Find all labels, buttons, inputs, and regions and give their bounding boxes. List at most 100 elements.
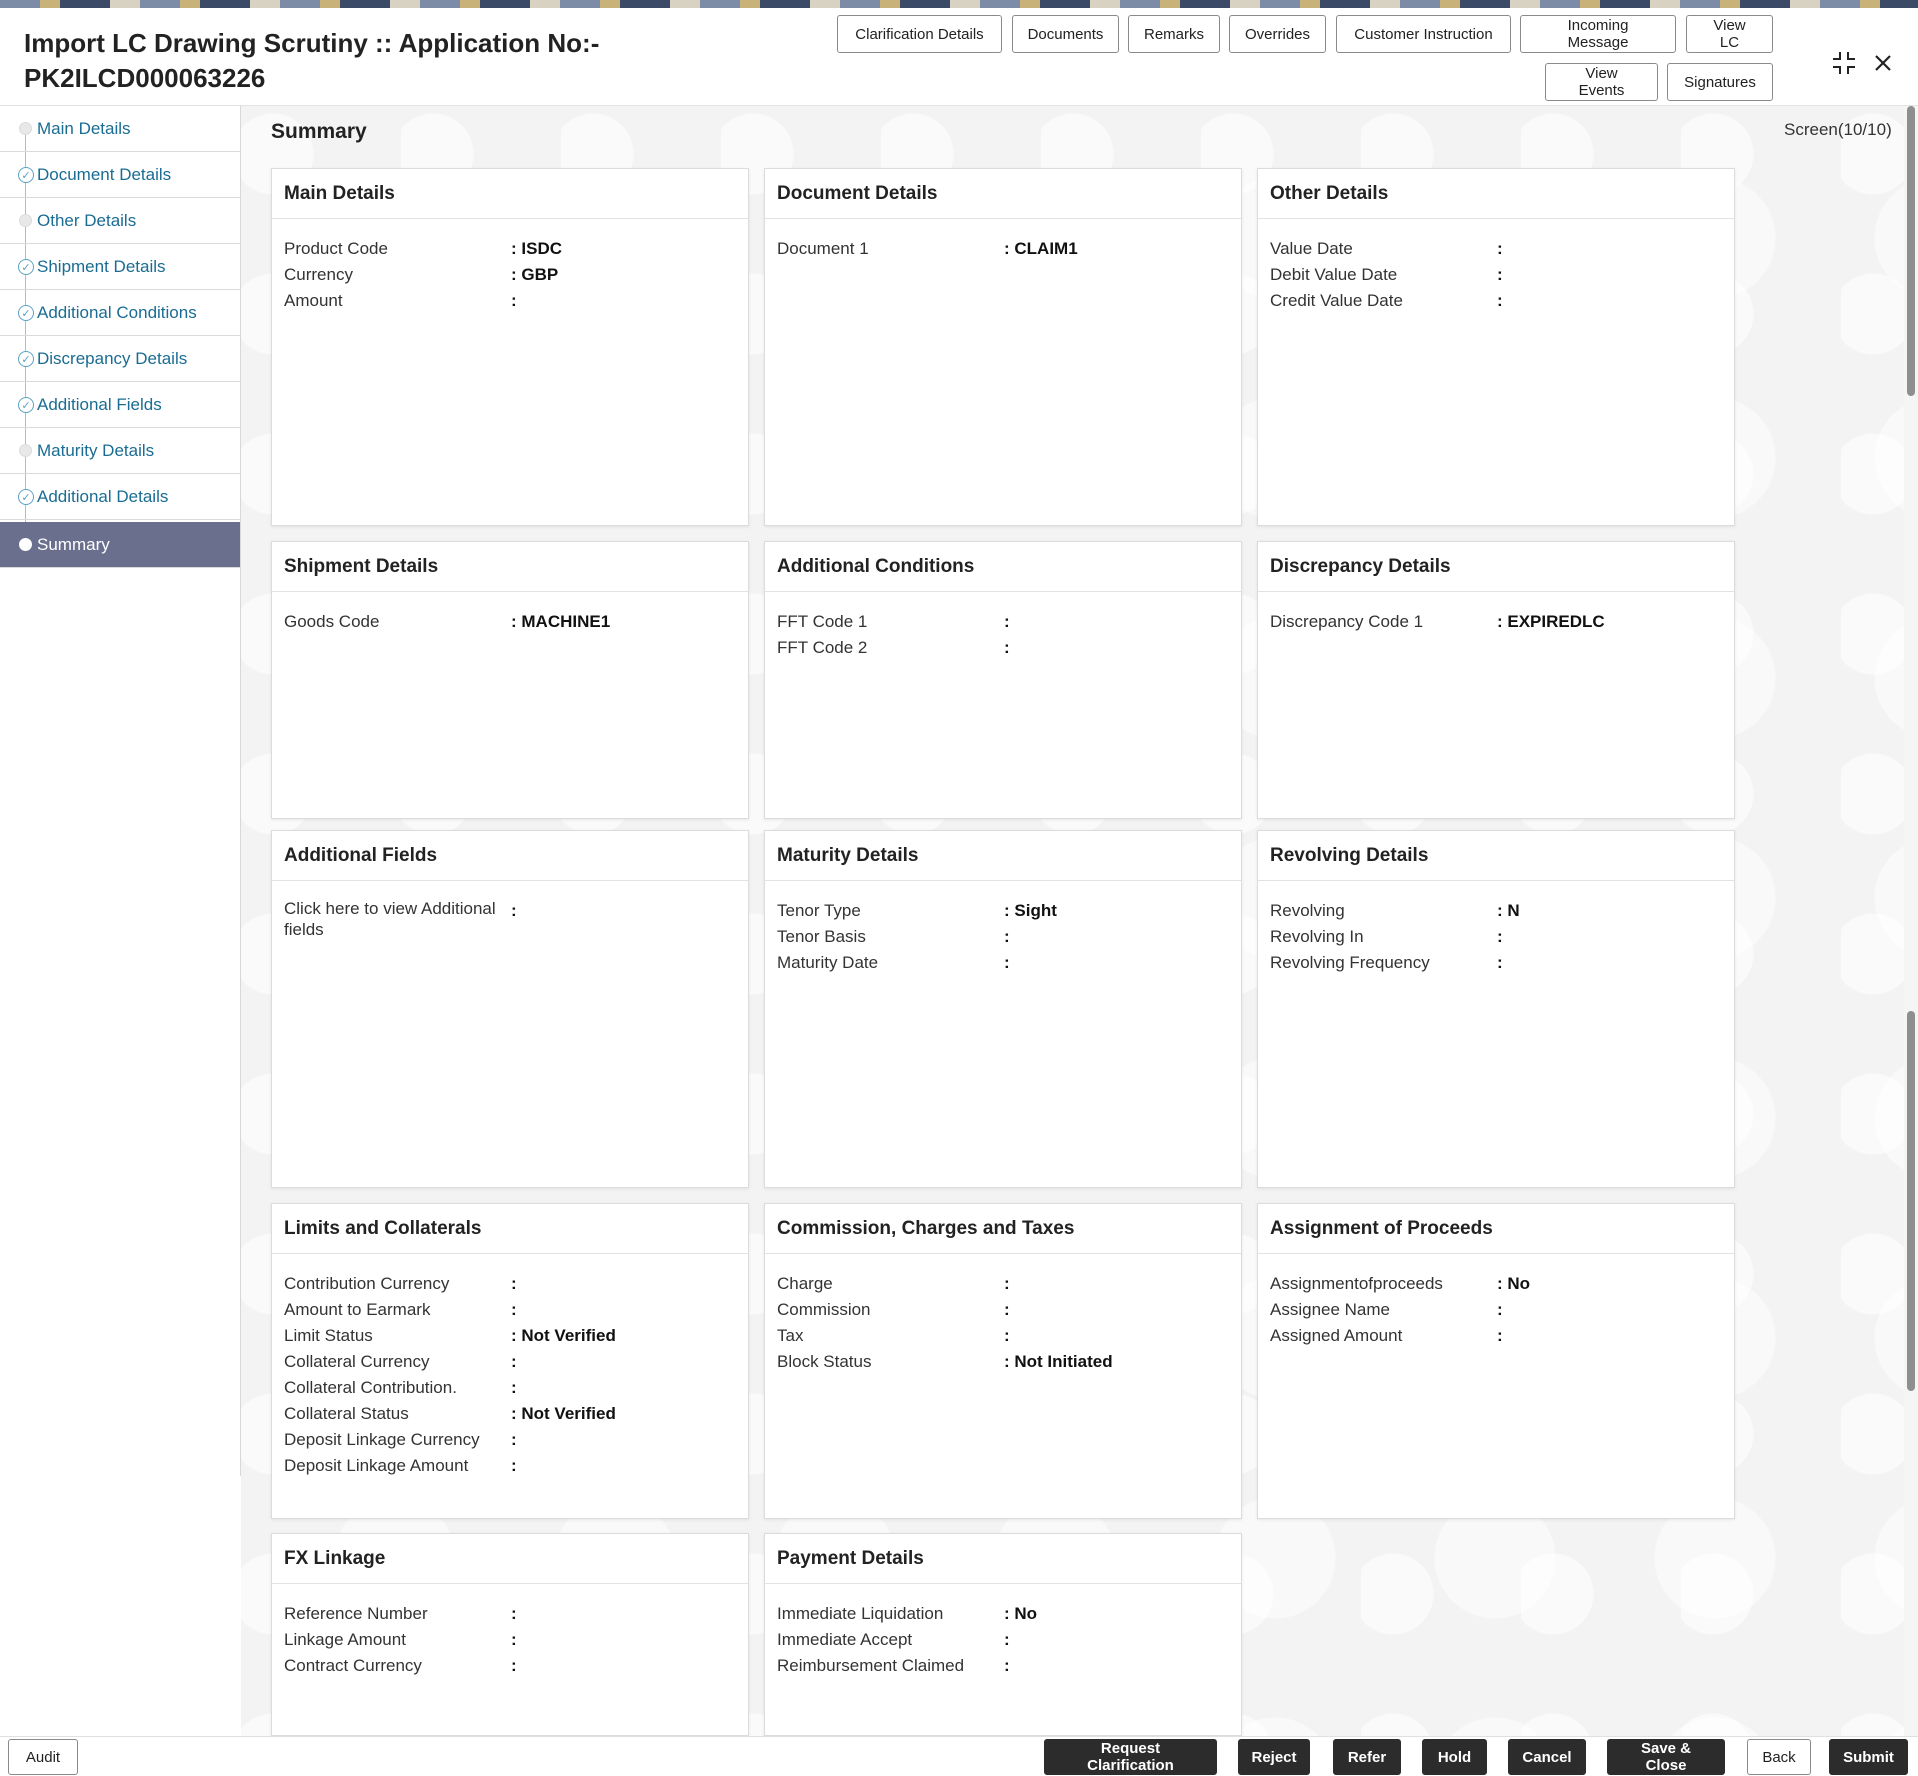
row-value: : CLAIM1 [1004,236,1078,262]
row-value: : [511,1601,517,1627]
audit-button[interactable]: Audit [8,1739,78,1775]
row-value: : [1004,924,1010,950]
sidebar-item-discrepancy-details[interactable]: ✓ Discrepancy Details [0,336,240,382]
sidebar-item-label: Other Details [37,211,136,231]
sidebar-item-additional-conditions[interactable]: ✓ Additional Conditions [0,290,240,336]
card-row: Revolving Frequency: [1270,950,1722,976]
row-value: : GBP [511,262,558,288]
view-events-button[interactable]: View Events [1545,63,1658,101]
row-label: Block Status [777,1349,1004,1375]
row-label: Document 1 [777,236,1004,262]
sidebar-item-summary[interactable]: Summary [0,522,240,568]
card-row: Limit Status: Not Verified [284,1323,736,1349]
card-row[interactable]: Click here to view Additional fields: [284,898,736,940]
dot-icon [19,122,32,135]
vertical-scrollbar[interactable] [1904,106,1918,1736]
card-row: Product Code: ISDC [284,236,736,262]
row-label: Reimbursement Claimed [777,1653,1004,1679]
sidebar-item-additional-details[interactable]: ✓ Additional Details [0,474,240,520]
scrollbar-thumb[interactable] [1907,106,1915,396]
overrides-button[interactable]: Overrides [1229,15,1326,53]
row-value: : [1497,950,1503,976]
scrollbar-thumb[interactable] [1907,1011,1915,1391]
card-discrepancy-details[interactable]: Discrepancy Details Discrepancy Code 1: … [1257,541,1735,819]
refer-button[interactable]: Refer [1333,1739,1401,1775]
row-value: : [511,1627,517,1653]
row-label: Revolving [1270,898,1497,924]
row-label: Immediate Liquidation [777,1601,1004,1627]
card-title: Revolving Details [1258,831,1734,881]
sidebar-item-main-details[interactable]: Main Details [0,106,240,152]
row-label: Value Date [1270,236,1497,262]
row-value: : Sight [1004,898,1057,924]
card-fx-linkage[interactable]: FX Linkage Reference Number: Linkage Amo… [271,1533,749,1736]
card-commission-charges-taxes[interactable]: Commission, Charges and Taxes Charge: Co… [764,1203,1242,1519]
check-icon: ✓ [18,167,34,183]
row-value: : [511,1349,517,1375]
view-additional-fields-link[interactable]: Click here to view Additional fields [284,898,511,940]
card-shipment-details[interactable]: Shipment Details Goods Code: MACHINE1 [271,541,749,819]
sidebar: Main Details ✓ Document Details Other De… [0,106,241,1476]
remarks-button[interactable]: Remarks [1128,15,1220,53]
row-value: : [1004,635,1010,661]
row-label: Revolving Frequency [1270,950,1497,976]
row-label: Amount [284,288,511,314]
back-button[interactable]: Back [1747,1739,1811,1775]
card-main-details[interactable]: Main Details Product Code: ISDC Currency… [271,168,749,526]
card-document-details[interactable]: Document Details Document 1: CLAIM1 [764,168,1242,526]
card-row: Tenor Basis: [777,924,1229,950]
hold-button[interactable]: Hold [1422,1739,1487,1775]
row-label: Maturity Date [777,950,1004,976]
row-label: FFT Code 2 [777,635,1004,661]
row-value: : [1004,950,1010,976]
close-icon[interactable] [1868,48,1898,78]
card-row: Commission: [777,1297,1229,1323]
row-value: : Not Initiated [1004,1349,1113,1375]
compress-icon[interactable] [1829,48,1859,78]
card-maturity-details[interactable]: Maturity Details Tenor Type: Sight Tenor… [764,830,1242,1188]
request-clarification-button[interactable]: Request Clarification [1044,1739,1217,1775]
sidebar-item-shipment-details[interactable]: ✓ Shipment Details [0,244,240,290]
sidebar-item-label: Main Details [37,119,131,139]
card-payment-details[interactable]: Payment Details Immediate Liquidation: N… [764,1533,1242,1736]
card-additional-conditions[interactable]: Additional Conditions FFT Code 1: FFT Co… [764,541,1242,819]
row-value: : ISDC [511,236,562,262]
card-row: Assigned Amount: [1270,1323,1722,1349]
clarification-details-button[interactable]: Clarification Details [837,15,1002,53]
view-lc-button[interactable]: View LC [1686,15,1773,53]
row-value: : [1004,1627,1010,1653]
sidebar-item-other-details[interactable]: Other Details [0,198,240,244]
documents-button[interactable]: Documents [1012,15,1119,53]
sidebar-item-label: Additional Conditions [37,303,197,323]
card-row: Amount to Earmark: [284,1297,736,1323]
row-label: Amount to Earmark [284,1297,511,1323]
row-value: : [1004,609,1010,635]
card-other-details[interactable]: Other Details Value Date: Debit Value Da… [1257,168,1735,526]
card-additional-fields[interactable]: Additional Fields Click here to view Add… [271,830,749,1188]
row-label: Deposit Linkage Amount [284,1453,511,1479]
row-value: : [1004,1271,1010,1297]
card-revolving-details[interactable]: Revolving Details Revolving: N Revolving… [1257,830,1735,1188]
row-label: Immediate Accept [777,1627,1004,1653]
card-title: FX Linkage [272,1534,748,1584]
submit-button[interactable]: Submit [1829,1739,1908,1775]
card-assignment-of-proceeds[interactable]: Assignment of Proceeds Assignmentofproce… [1257,1203,1735,1519]
card-title: Additional Fields [272,831,748,881]
signatures-button[interactable]: Signatures [1667,63,1773,101]
row-label: Commission [777,1297,1004,1323]
row-label: Collateral Currency [284,1349,511,1375]
card-row: Goods Code: MACHINE1 [284,609,736,635]
incoming-message-button[interactable]: Incoming Message [1520,15,1676,53]
cancel-button[interactable]: Cancel [1508,1739,1586,1775]
reject-button[interactable]: Reject [1238,1739,1310,1775]
row-label: Reference Number [284,1601,511,1627]
sidebar-item-maturity-details[interactable]: Maturity Details [0,428,240,474]
customer-instruction-button[interactable]: Customer Instruction [1336,15,1511,53]
save-close-button[interactable]: Save & Close [1607,1739,1725,1775]
sidebar-item-document-details[interactable]: ✓ Document Details [0,152,240,198]
row-value: : [511,1453,517,1479]
sidebar-item-additional-fields[interactable]: ✓ Additional Fields [0,382,240,428]
row-label: Deposit Linkage Currency [284,1427,511,1453]
card-limits-and-collaterals[interactable]: Limits and Collaterals Contribution Curr… [271,1203,749,1519]
card-row: Charge: [777,1271,1229,1297]
